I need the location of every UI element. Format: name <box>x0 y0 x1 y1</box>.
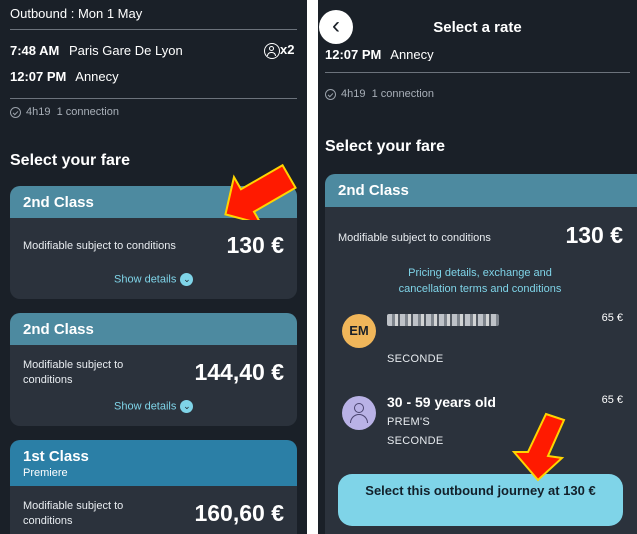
header-title: Select a rate <box>433 19 522 36</box>
chevron-down-icon: ⌄ <box>180 400 194 413</box>
departure-row: 7:48 AM Paris Gare De Lyon <box>10 43 183 58</box>
fare-description: Modifiable subject to conditions <box>338 232 491 244</box>
passenger-count: x2 <box>280 42 295 57</box>
person-icon <box>342 396 376 430</box>
show-details-link[interactable]: Show details ⌄ <box>114 400 194 413</box>
fare-price: 144,40 € <box>194 359 284 385</box>
selected-fare-card: 2nd Class Modifiable subject to conditio… <box>325 174 637 534</box>
fare-price: 130 € <box>565 222 623 248</box>
duration: 4h19 <box>26 106 51 118</box>
fare-class: 2nd Class <box>23 321 94 338</box>
journey-meta: 4h19 1 connection <box>325 88 434 100</box>
fare-class: 2nd Class <box>338 182 409 199</box>
fare-description: Modifiable subject to conditions <box>23 240 176 252</box>
arrival-time: 12:07 PM <box>325 47 382 61</box>
divider <box>10 98 297 99</box>
right-screen: ‹ Select a rate 12:07 PM Annecy 4h19 1 c… <box>318 0 637 534</box>
arrival-station: Annecy <box>390 47 434 61</box>
select-outbound-button[interactable]: Select this outbound journey at 130 € <box>338 474 623 526</box>
fare-class: 1st Class <box>23 448 89 465</box>
passenger-name-redacted <box>387 314 499 326</box>
show-details-label: Show details <box>114 400 177 413</box>
show-details-link[interactable]: Show details ⌄ <box>114 273 194 286</box>
outbound-title: Outbound : Mon 1 May <box>10 6 143 21</box>
show-details-label: Show details <box>114 273 177 286</box>
fare-card-header: 1st Class Premiere <box>10 440 297 486</box>
fare-subclass: Premiere <box>23 467 68 479</box>
fare-price: 130 € <box>226 232 284 258</box>
arrival-row: 12:07 PM Annecy <box>10 69 119 84</box>
divider <box>325 72 630 73</box>
passenger-amount: 65 € <box>601 312 623 324</box>
fare-description: Modifiable subject to conditions <box>23 500 124 527</box>
departure-time: 7:48 AM <box>10 43 60 58</box>
clock-icon <box>10 106 21 118</box>
passenger-class: SECONDE <box>387 353 444 365</box>
connections: 1 connection <box>371 88 434 100</box>
divider <box>10 29 297 30</box>
passenger-count-badge[interactable]: x2 <box>264 42 294 59</box>
fare-card-header: 2nd Class <box>10 313 297 345</box>
journey-meta: 4h19 1 connection <box>10 106 119 118</box>
passenger-name: 30 - 59 years old <box>387 394 496 410</box>
fare-card-header: 2nd Class <box>325 174 637 207</box>
duration: 4h19 <box>341 88 366 100</box>
fare-class: 2nd Class <box>23 194 94 211</box>
departure-station: Paris Gare De Lyon <box>69 43 183 58</box>
fare-description: Modifiable subject to conditions <box>23 359 124 386</box>
person-circle-icon <box>264 42 280 59</box>
left-screen: Outbound : Mon 1 May 7:48 AM Paris Gare … <box>0 0 307 534</box>
pricing-details-link[interactable]: Pricing details, exchange and cancellati… <box>385 265 575 297</box>
fare-price: 160,60 € <box>194 500 284 526</box>
annotation-arrow-icon <box>224 163 297 220</box>
passenger-avatar: EM <box>342 314 376 348</box>
annotation-arrow-icon <box>511 412 566 482</box>
passenger-fare-type: PREM'S <box>387 416 431 428</box>
arrival-row: 12:07 PM Annecy <box>325 47 434 61</box>
passenger-class: SECONDE <box>387 435 444 447</box>
arrival-station: Annecy <box>75 69 119 84</box>
passenger-amount: 65 € <box>601 394 623 406</box>
chevron-down-icon: ⌄ <box>180 273 194 286</box>
section-title: Select your fare <box>10 152 131 169</box>
section-title: Select your fare <box>325 138 446 155</box>
arrival-time: 12:07 PM <box>10 69 67 84</box>
connections: 1 connection <box>56 106 119 118</box>
fare-card[interactable]: 2nd Class Modifiable subject to conditio… <box>10 313 297 426</box>
clock-icon <box>325 88 336 100</box>
fare-card[interactable]: 1st Class Premiere Modifiable subject to… <box>10 440 297 534</box>
